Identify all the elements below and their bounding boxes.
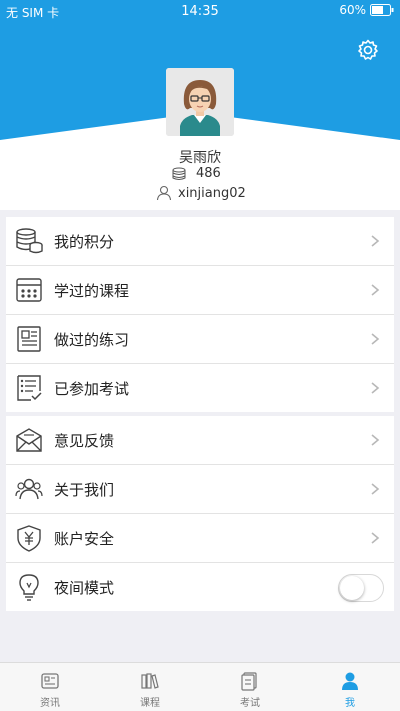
account-display: xinjiang02 [156,185,246,201]
avatar-portrait-icon [166,68,234,136]
menu-label: 已参加考试 [54,379,130,398]
avatar[interactable] [166,68,234,136]
menu-item-about-us[interactable]: 关于我们 [6,465,394,514]
battery-status: 60% [339,3,394,17]
chevron-right-icon [371,235,380,247]
menu-label: 意见反馈 [54,431,115,450]
menu-label: 账户安全 [54,529,115,548]
users-icon [14,474,44,504]
tab-label: 课程 [140,698,160,709]
toggle-knob [340,576,364,600]
tab-news[interactable]: 资讯 [0,663,100,711]
menu-label: 做过的练习 [54,330,130,349]
battery-text: 60% [339,3,366,17]
menu-item-night-mode: 夜间模式 [6,563,394,611]
menu-item-done-exercises[interactable]: 做过的练习 [6,315,394,364]
menu-group-settings: 意见反馈 关于我们 账户安全 夜间模式 [6,416,394,611]
books-icon [141,673,159,689]
bottom-tab-bar: 资讯 课程 考试 我 [0,662,400,711]
exam-icon [241,672,257,691]
tab-exams[interactable]: 考试 [200,663,300,711]
coins-small-icon [172,167,186,180]
night-mode-toggle[interactable] [338,574,384,602]
document-icon [14,324,44,354]
menu-label: 学过的课程 [54,281,130,300]
tab-label: 考试 [240,698,260,709]
user-name: 吴雨欣 [179,150,221,166]
menu-item-learned-courses[interactable]: 学过的课程 [6,266,394,315]
menu-item-my-points[interactable]: 我的积分 [6,217,394,266]
calendar-icon [14,275,44,305]
tab-label: 资讯 [40,698,60,709]
tab-label: 我 [345,698,355,709]
chevron-right-icon [371,284,380,296]
menu-item-feedback[interactable]: 意见反馈 [6,416,394,465]
points-value: 486 [196,166,221,181]
bulb-icon [14,572,44,602]
shield-yen-icon [14,523,44,553]
chevron-right-icon [371,434,380,446]
person-icon [342,672,358,690]
menu-group-records: 我的积分 学过的课程 做过的练习 已参加考试 [6,217,394,412]
account-id: xinjiang02 [178,185,246,201]
menu-label: 我的积分 [54,232,115,251]
settings-gear-icon[interactable] [356,38,380,62]
menu-item-account-security[interactable]: 账户安全 [6,514,394,563]
battery-icon [370,4,394,16]
checklist-icon [14,373,44,403]
tab-me[interactable]: 我 [300,663,400,711]
status-bar: 无 SIM 卡 14:35 60% [0,0,400,22]
profile-header: 无 SIM 卡 14:35 60% 吴雨欣 486 xinjiang02 [0,0,400,210]
news-icon [41,673,59,689]
tab-courses[interactable]: 课程 [100,663,200,711]
coins-icon [14,226,44,256]
chevron-right-icon [371,382,380,394]
points-display: 486 [172,166,221,181]
chevron-right-icon [371,483,380,495]
chevron-right-icon [371,333,380,345]
chevron-right-icon [371,532,380,544]
user-outline-icon [156,185,172,201]
mail-icon [14,425,44,455]
menu-label: 关于我们 [54,480,115,499]
menu-item-attended-exams[interactable]: 已参加考试 [6,364,394,412]
